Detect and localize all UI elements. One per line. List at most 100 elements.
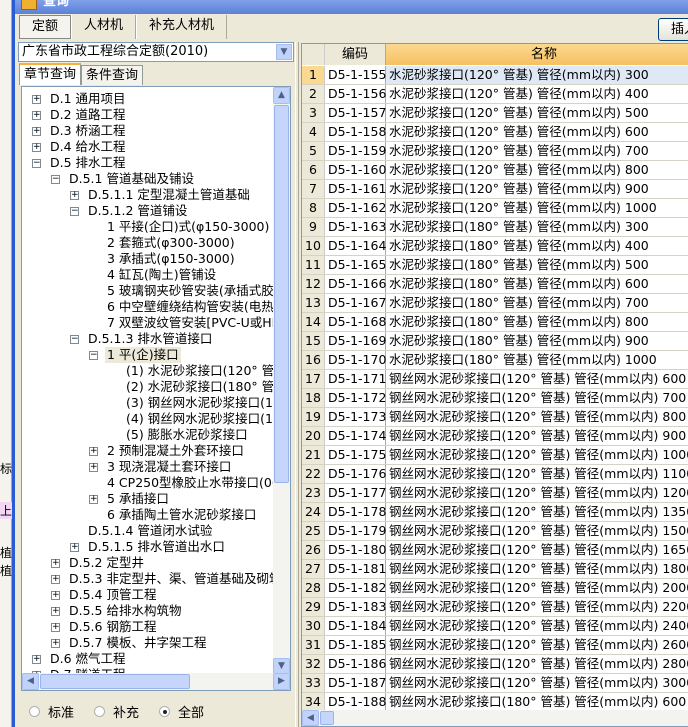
radio-circle[interactable]	[159, 706, 171, 717]
horizontal-scrollbar[interactable]: ◀ ▶	[22, 673, 290, 690]
table-row[interactable]: 21 D5-1-175 钢丝网水泥砂浆接口(120° 管基) 管径(mm以内) 10…	[302, 446, 688, 465]
library-select-value: 广东省市政工程综合定额(2010)	[22, 44, 209, 59]
radio-circle[interactable]	[29, 706, 40, 717]
row-number: 26	[302, 541, 325, 559]
table-row[interactable]: 20 D5-1-174 钢丝网水泥砂浆接口(120° 管基) 管径(mm以内) 90…	[302, 427, 688, 446]
radio-supplement[interactable]: 补充	[94, 702, 139, 721]
expand-icon[interactable]: +	[51, 623, 60, 632]
expand-icon[interactable]: +	[32, 95, 41, 104]
scroll-thumb[interactable]	[320, 711, 334, 725]
table-row[interactable]: 27 D5-1-181 钢丝网水泥砂浆接口(120° 管基) 管径(mm以内) 18…	[302, 560, 688, 579]
table-row[interactable]: 11 D5-1-165 水泥砂浆接口(180° 管基) 管径(mm以内) 500	[302, 256, 688, 275]
row-number: 3	[302, 104, 325, 122]
table-row[interactable]: 18 D5-1-172 钢丝网水泥砂浆接口(120° 管基) 管径(mm以内) 70…	[302, 389, 688, 408]
collapse-icon[interactable]: −	[70, 207, 79, 216]
expand-icon[interactable]: +	[89, 463, 98, 472]
tab-quota[interactable]: 定额	[19, 15, 72, 39]
header-name[interactable]: 名称	[386, 44, 688, 65]
table-horizontal-scrollbar[interactable]: ◀	[302, 710, 688, 726]
table-row[interactable]: 16 D5-1-170 水泥砂浆接口(180° 管基) 管径(mm以内) 1000	[302, 351, 688, 370]
table-row[interactable]: 14 D5-1-168 水泥砂浆接口(180° 管基) 管径(mm以内) 800	[302, 313, 688, 332]
table-row[interactable]: 24 D5-1-178 钢丝网水泥砂浆接口(120° 管基) 管径(mm以内) 13…	[302, 503, 688, 522]
collapse-icon[interactable]: −	[89, 351, 98, 360]
scroll-up-icon[interactable]: ▲	[273, 87, 290, 104]
insert-button[interactable]: 插入	[658, 18, 688, 41]
row-number: 17	[302, 370, 325, 388]
radio-standard[interactable]: 标准	[29, 702, 74, 721]
expand-icon[interactable]: +	[32, 111, 41, 120]
chapter-tree: + D.1 通用项目 + D.2 道路工程 + D.3 桥涵工程 + D.4 给水工程 − D.5…	[21, 86, 291, 691]
expand-icon[interactable]: +	[51, 575, 60, 584]
tab-labor-material-machine[interactable]: 人材机	[71, 15, 137, 39]
header-code[interactable]: 编码	[325, 44, 386, 65]
scroll-left-icon[interactable]: ◀	[302, 710, 319, 726]
table-row[interactable]: 6 D5-1-160 水泥砂浆接口(120° 管基) 管径(mm以内) 800	[302, 161, 688, 180]
row-code: D5-1-174	[325, 427, 386, 445]
row-code: D5-1-157	[325, 104, 386, 122]
background-text: 标	[0, 462, 12, 476]
table-row[interactable]: 25 D5-1-179 钢丝网水泥砂浆接口(120° 管基) 管径(mm以内) 15…	[302, 522, 688, 541]
expand-icon[interactable]: +	[70, 191, 79, 200]
library-select[interactable]: 广东省市政工程综合定额(2010) ▼	[18, 42, 294, 62]
table-row[interactable]: 15 D5-1-169 水泥砂浆接口(180° 管基) 管径(mm以内) 900	[302, 332, 688, 351]
tab-chapter-query[interactable]: 章节查询	[19, 63, 82, 85]
tree-content: + D.1 通用项目 + D.2 道路工程 + D.3 桥涵工程 + D.4 给水工程 − D.5…	[22, 91, 273, 676]
expand-icon[interactable]: +	[70, 543, 79, 552]
table-row[interactable]: 32 D5-1-186 钢丝网水泥砂浆接口(120° 管基) 管径(mm以内) 28…	[302, 655, 688, 674]
table-row[interactable]: 8 D5-1-162 水泥砂浆接口(120° 管基) 管径(mm以内) 1000	[302, 199, 688, 218]
expand-icon[interactable]: +	[89, 495, 98, 504]
table-row[interactable]: 30 D5-1-184 钢丝网水泥砂浆接口(120° 管基) 管径(mm以内) 24…	[302, 617, 688, 636]
table-row[interactable]: 13 D5-1-167 水泥砂浆接口(180° 管基) 管径(mm以内) 700	[302, 294, 688, 313]
collapse-icon[interactable]: −	[70, 335, 79, 344]
title-bar[interactable]: 查询	[15, 0, 688, 14]
row-number: 10	[302, 237, 325, 255]
expand-icon[interactable]: +	[32, 127, 41, 136]
table-row[interactable]: 10 D5-1-164 水泥砂浆接口(180° 管基) 管径(mm以内) 400	[302, 237, 688, 256]
table-row[interactable]: 12 D5-1-166 水泥砂浆接口(180° 管基) 管径(mm以内) 600	[302, 275, 688, 294]
expand-icon[interactable]: +	[51, 591, 60, 600]
table-row[interactable]: 23 D5-1-177 钢丝网水泥砂浆接口(120° 管基) 管径(mm以内) 12…	[302, 484, 688, 503]
scroll-thumb[interactable]	[40, 674, 190, 689]
table-row[interactable]: 5 D5-1-159 水泥砂浆接口(120° 管基) 管径(mm以内) 700	[302, 142, 688, 161]
row-code: D5-1-176	[325, 465, 386, 483]
table-row[interactable]: 4 D5-1-158 水泥砂浆接口(120° 管基) 管径(mm以内) 600	[302, 123, 688, 142]
tab-supplementary[interactable]: 补充人材机	[136, 15, 228, 39]
table-row[interactable]: 28 D5-1-182 钢丝网水泥砂浆接口(120° 管基) 管径(mm以内) 20…	[302, 579, 688, 598]
table-row[interactable]: 26 D5-1-180 钢丝网水泥砂浆接口(120° 管基) 管径(mm以内) 16…	[302, 541, 688, 560]
radio-circle[interactable]	[94, 706, 106, 717]
expand-icon[interactable]: +	[32, 143, 41, 152]
expand-icon[interactable]: +	[51, 607, 60, 616]
vertical-scrollbar[interactable]: ▲ ▼	[273, 87, 290, 675]
table-row[interactable]: 3 D5-1-157 水泥砂浆接口(120° 管基) 管径(mm以内) 500	[302, 104, 688, 123]
table-row[interactable]: 31 D5-1-185 钢丝网水泥砂浆接口(120° 管基) 管径(mm以内) 26…	[302, 636, 688, 655]
expand-icon[interactable]: +	[32, 655, 41, 664]
row-number: 20	[302, 427, 325, 445]
collapse-icon[interactable]: −	[32, 159, 41, 168]
row-name: 钢丝网水泥砂浆接口(120° 管基) 管径(mm以内) 1500	[389, 523, 688, 538]
table-row[interactable]: 9 D5-1-163 水泥砂浆接口(180° 管基) 管径(mm以内) 300	[302, 218, 688, 237]
table-row[interactable]: 2 D5-1-156 水泥砂浆接口(120° 管基) 管径(mm以内) 400	[302, 85, 688, 104]
table-row[interactable]: 1 D5-1-155 水泥砂浆接口(120° 管基) 管径(mm以内) 300	[302, 66, 688, 85]
panel-splitter[interactable]	[295, 42, 299, 727]
collapse-icon[interactable]: −	[51, 175, 60, 184]
row-number: 19	[302, 408, 325, 426]
radio-all[interactable]: 全部	[159, 702, 204, 721]
tab-condition-query[interactable]: 条件查询	[81, 65, 144, 85]
table-row[interactable]: 29 D5-1-183 钢丝网水泥砂浆接口(120° 管基) 管径(mm以内) 22…	[302, 598, 688, 617]
row-number: 32	[302, 655, 325, 673]
table-row[interactable]: 19 D5-1-173 钢丝网水泥砂浆接口(120° 管基) 管径(mm以内) 80…	[302, 408, 688, 427]
scroll-right-icon[interactable]: ▶	[273, 673, 290, 690]
row-name: 水泥砂浆接口(120° 管基) 管径(mm以内) 600	[389, 124, 649, 139]
row-code: D5-1-177	[325, 484, 386, 502]
row-code: D5-1-172	[325, 389, 386, 407]
expand-icon[interactable]: +	[89, 447, 98, 456]
table-row[interactable]: 7 D5-1-161 水泥砂浆接口(120° 管基) 管径(mm以内) 900	[302, 180, 688, 199]
table-row[interactable]: 33 D5-1-187 钢丝网水泥砂浆接口(120° 管基) 管径(mm以内) 30…	[302, 674, 688, 693]
table-row[interactable]: 22 D5-1-176 钢丝网水泥砂浆接口(120° 管基) 管径(mm以内) 11…	[302, 465, 688, 484]
scroll-left-icon[interactable]: ◀	[22, 673, 39, 690]
expand-icon[interactable]: +	[51, 639, 60, 648]
expand-icon[interactable]: +	[51, 559, 60, 568]
scroll-thumb[interactable]	[274, 105, 289, 483]
chevron-down-icon[interactable]: ▼	[276, 44, 292, 60]
table-row[interactable]: 17 D5-1-171 钢丝网水泥砂浆接口(120° 管基) 管径(mm以内) 60…	[302, 370, 688, 389]
